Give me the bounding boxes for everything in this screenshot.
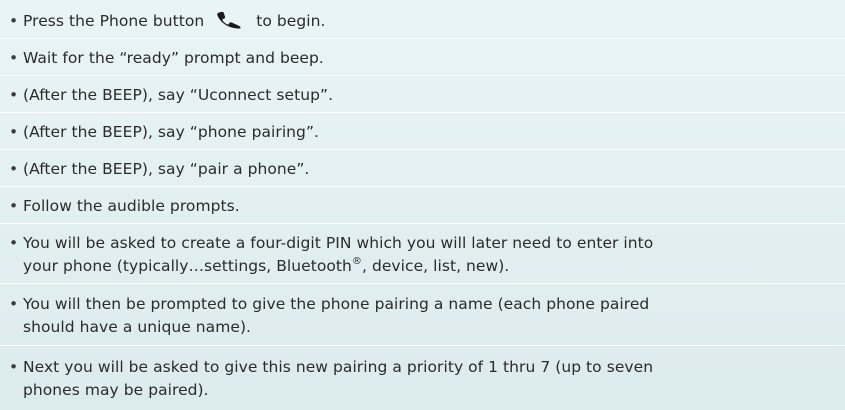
list-item: • (After the BEEP), say “Uconnect setup”. [0, 75, 845, 112]
list-item: • You will then be prompted to give the p… [0, 283, 845, 345]
list-item: • You will be asked to create a four-digi… [0, 223, 845, 283]
list-item: • Wait for the “ready” prompt and beep. [0, 38, 845, 75]
instruction-text: • Wait for the “ready” prompt and beep. [9, 49, 324, 67]
instruction-text: • (After the BEEP), say “phone pairing”. [9, 123, 320, 141]
list-item: • (After the BEEP), say “pair a phone”. [0, 149, 845, 186]
instruction-text-line-2: your phone (typically…settings, Bluetoot… [23, 255, 510, 275]
phone-handset-icon [217, 11, 241, 29]
registered-mark: ® [351, 255, 362, 267]
list-item: • Follow the audible prompts. [0, 186, 845, 223]
instruction-text: • Follow the audible prompts. [9, 197, 240, 215]
list-item: • (After the BEEP), say “phone pairing”. [0, 112, 845, 149]
instruction-text: • (After the BEEP), say “pair a phone”. [9, 160, 310, 178]
list-item: • Press the Phone button to begin. [0, 0, 845, 38]
instruction-text-line-1: • You will then be prompted to give the p… [9, 295, 650, 313]
instruction-text-line-2: should have a unique name). [23, 318, 252, 336]
list-item: • Next you will be asked to give this new… [0, 345, 845, 410]
instruction-text-line-2: phones may be paired). [23, 381, 209, 399]
instruction-text-line-1: • You will be asked to create a four-digi… [9, 234, 654, 252]
instruction-text: • Press the Phone button to begin. [9, 11, 326, 30]
instruction-text-line-1: • Next you will be asked to give this new… [9, 358, 654, 376]
instruction-text: • (After the BEEP), say “Uconnect setup”. [9, 86, 334, 104]
bullet: • [9, 12, 19, 30]
